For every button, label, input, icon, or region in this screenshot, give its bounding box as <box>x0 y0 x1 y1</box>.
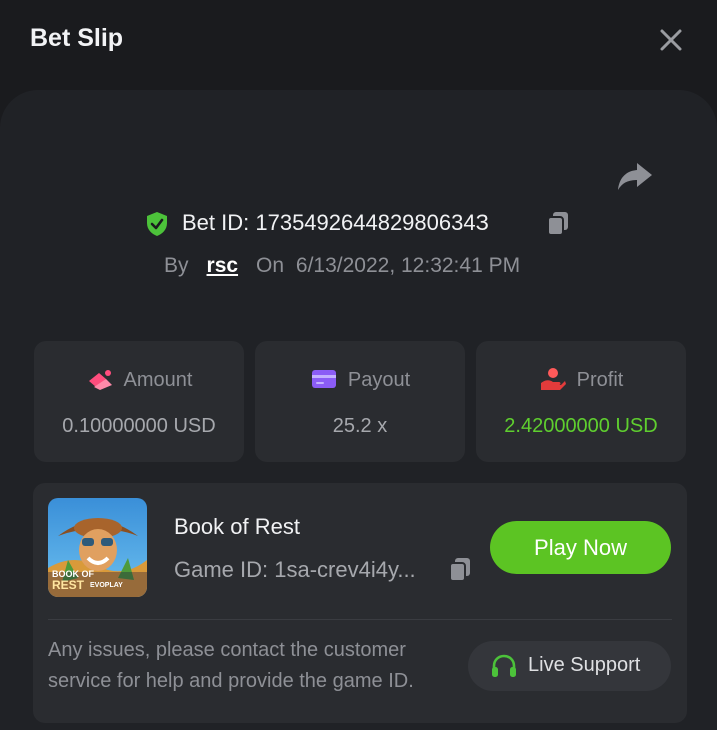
game-thumbnail[interactable]: BOOK OF REST EVOPLAY <box>48 498 147 597</box>
divider <box>48 619 672 620</box>
copy-icon[interactable] <box>545 210 571 238</box>
payout-label: Payout <box>347 369 411 391</box>
amount-value: 0.10000000 USD <box>62 415 216 437</box>
game-id: Game ID: 1sa-crev4i4y... <box>174 557 416 582</box>
profit-value: 2.42000000 USD <box>504 415 658 437</box>
bet-id: Bet ID: 173549264482980634З <box>182 210 489 235</box>
page-title: Bet Slip <box>30 24 124 52</box>
headset-icon <box>492 654 516 677</box>
game-name: Book of Rest <box>174 514 300 539</box>
thumb-brand: EVOPLAY <box>90 582 123 589</box>
bet-datetime: 6/13/2022, 12:32:41 PM <box>295 254 521 277</box>
live-support-button[interactable]: Live Support <box>468 641 671 691</box>
profit-card: Profit 2.42000000 USD <box>476 341 686 462</box>
amount-label: Amount <box>123 369 193 391</box>
close-icon[interactable] <box>655 24 687 56</box>
coins-icon <box>88 370 112 390</box>
payout-card: Payout 25.2 x <box>255 341 465 462</box>
live-support-label: Live Support <box>528 654 641 676</box>
play-now-button[interactable]: Play Now <box>490 521 671 574</box>
amount-card: Amount 0.10000000 USD <box>34 341 244 462</box>
profit-label: Profit <box>576 369 624 391</box>
hand-coin-icon <box>540 368 566 390</box>
on-label: On <box>256 254 285 277</box>
shield-check-icon <box>147 212 167 236</box>
copy-game-id-icon[interactable] <box>447 556 473 584</box>
bet-byline: By rsc On 6/13/2022, 12:32:41 PM <box>164 254 520 278</box>
by-label: By <box>164 254 189 277</box>
payout-value: 25.2 x <box>332 415 388 437</box>
card-icon <box>311 370 336 388</box>
thumb-title-2: REST <box>52 578 85 592</box>
support-notice: Any issues, please contact the customer … <box>48 639 414 692</box>
header-bar: Bet Slip <box>0 0 717 80</box>
share-icon[interactable] <box>615 160 655 192</box>
username-link[interactable]: rsc <box>207 254 239 277</box>
